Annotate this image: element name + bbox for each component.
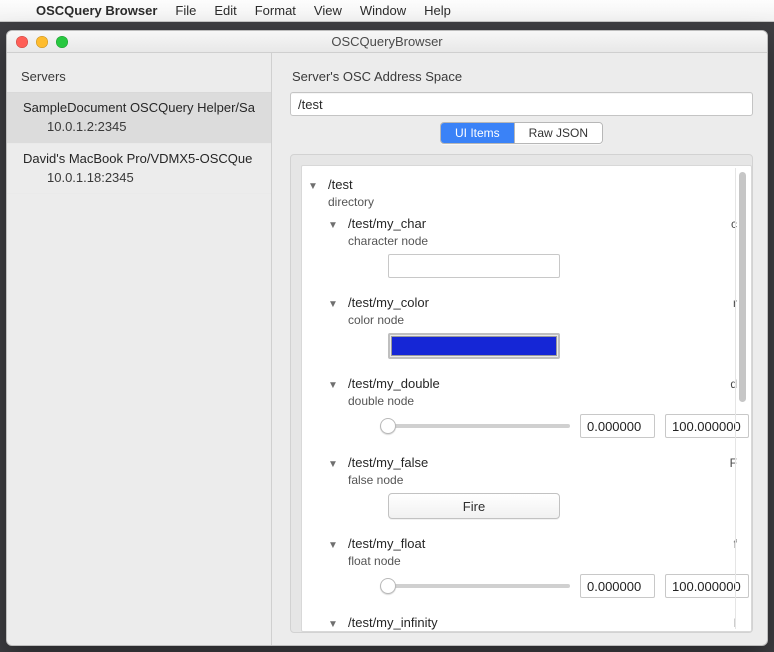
servers-sidebar: Servers SampleDocument OSCQuery Helper/S… [7,53,272,645]
inspector-panel: /test directory c /test/my_char cha [290,154,753,633]
disclosure-triangle-icon[interactable] [326,617,340,631]
server-name: SampleDocument OSCQuery Helper/Sa [23,100,255,115]
menubar-item-file[interactable]: File [175,3,196,18]
node-subtitle: directory [328,195,374,209]
disclosure-triangle-icon[interactable] [326,218,340,232]
menubar-item-format[interactable]: Format [255,3,296,18]
vertical-scrollbar[interactable] [735,168,749,629]
menubar-item-window[interactable]: Window [360,3,406,18]
slider-thumb-icon[interactable] [380,578,396,594]
node-path: /test/my_double [348,376,440,391]
disclosure-triangle-icon[interactable] [326,378,340,392]
node-subtitle: color node [348,313,429,327]
node-path: /test [328,177,353,192]
node-subtitle: double node [348,394,440,408]
disclosure-triangle-icon[interactable] [326,457,340,471]
tree-row: f /test/my_float float node [306,531,749,610]
macos-menubar: OSCQuery Browser File Edit Format View W… [0,0,774,22]
float-value-field[interactable] [580,574,655,598]
server-row[interactable]: SampleDocument OSCQuery Helper/Sa 10.0.1… [7,93,271,144]
color-swatch [392,337,556,355]
window-traffic-lights [16,36,68,48]
char-value-field[interactable] [388,254,560,278]
address-space-pane: Server's OSC Address Space UI Items Raw … [272,53,767,645]
node-subtitle: float node [348,554,425,568]
node-subtitle: character node [348,234,428,248]
app-window: OSCQueryBrowser Servers SampleDocument O… [6,30,768,646]
minimize-icon[interactable] [36,36,48,48]
window-titlebar: OSCQueryBrowser [7,31,767,53]
menubar-item-view[interactable]: View [314,3,342,18]
server-address: 10.0.1.18:2345 [23,169,259,188]
color-well[interactable] [388,333,560,359]
tab-ui-items[interactable]: UI Items [441,123,514,143]
zoom-icon[interactable] [56,36,68,48]
tree-row-root: /test directory [306,172,749,211]
disclosure-triangle-icon[interactable] [326,538,340,552]
servers-heading: Servers [21,69,271,84]
servers-list: SampleDocument OSCQuery Helper/Sa 10.0.1… [7,92,271,194]
menubar-item-help[interactable]: Help [424,3,451,18]
view-mode-segmented: UI Items Raw JSON [440,122,603,144]
address-space-heading: Server's OSC Address Space [292,69,753,84]
server-address: 10.0.1.2:2345 [23,118,259,137]
tree-row: c /test/my_char character node [306,211,749,290]
window-title: OSCQueryBrowser [331,34,442,49]
tree-scroll-area[interactable]: /test directory c /test/my_char cha [301,165,752,632]
osc-path-field[interactable] [290,92,753,116]
menubar-item-edit[interactable]: Edit [214,3,236,18]
tree-row: I /test/my_infinity [306,610,749,632]
node-path: /test/my_color [348,295,429,310]
node-path: /test/my_float [348,536,425,551]
disclosure-triangle-icon[interactable] [306,179,320,193]
disclosure-triangle-icon[interactable] [326,297,340,311]
float-slider[interactable] [388,584,570,588]
node-path: /test/my_char [348,216,426,231]
slider-thumb-icon[interactable] [380,418,396,434]
server-name: David's MacBook Pro/VDMX5-OSCQue [23,151,252,166]
tree-row: d /test/my_double double node [306,371,749,450]
tree-row: F /test/my_false false node Fire [306,450,749,531]
server-row[interactable]: David's MacBook Pro/VDMX5-OSCQue 10.0.1.… [7,144,271,195]
fire-button[interactable]: Fire [388,493,560,519]
scrollbar-thumb-icon[interactable] [739,172,746,402]
node-path: /test/my_false [348,455,428,470]
double-slider[interactable] [388,424,570,428]
double-value-field[interactable] [580,414,655,438]
node-path: /test/my_infinity [348,615,438,630]
tree-row: r /test/my_color color node [306,290,749,371]
node-subtitle: false node [348,473,428,487]
close-icon[interactable] [16,36,28,48]
menubar-appname[interactable]: OSCQuery Browser [36,3,157,18]
tab-raw-json[interactable]: Raw JSON [514,123,602,143]
